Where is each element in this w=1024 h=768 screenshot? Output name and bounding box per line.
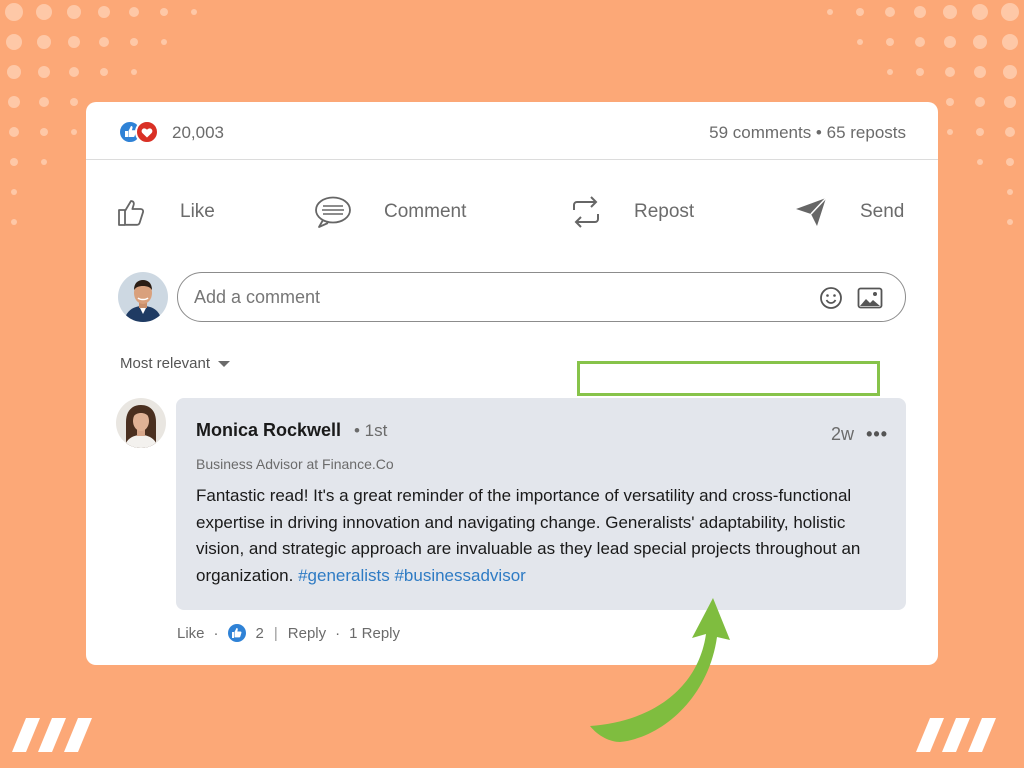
green-curved-arrow-icon [590,598,730,742]
speech-bubble-icon [315,196,351,228]
comment-input[interactable]: Add a comment [177,272,906,322]
sort-label: Most relevant [120,355,211,372]
image-icon[interactable] [857,286,883,310]
caret-down-icon [218,360,231,367]
separator-dot: · [335,624,341,642]
brand-slash-logo-right [916,718,996,752]
comment-like-count: 2 [255,624,264,642]
repost-arrows-icon [573,196,599,228]
like-label: Like [180,201,215,222]
thumbs-up-icon [118,200,145,226]
comment-label: Comment [384,201,467,222]
engagement-count[interactable]: 59 comments • 65 reposts [709,123,906,143]
comment-input-placeholder: Add a comment [194,286,321,307]
paper-plane-icon [796,197,827,226]
comment-bubble: Monica Rockwell • 1st 2w ••• Business Ad… [176,398,906,610]
post-social-card: 20,003 59 comments • 65 reposts Like Com… [86,102,938,665]
comment-reply-button[interactable]: Reply [288,625,326,642]
brand-slash-logo-left [12,718,92,752]
emoji-icon[interactable] [819,286,843,310]
repost-label: Repost [634,201,695,222]
like-reaction-icon[interactable] [227,624,246,642]
hashtag-highlight-box [577,361,880,396]
sort-dropdown[interactable]: Most relevant [120,355,231,372]
comment-like-button[interactable]: Like [177,625,205,642]
author-headline: Business Advisor at Finance.Co [196,456,394,472]
commenter-avatar[interactable] [116,398,166,448]
send-button[interactable]: Send [794,190,904,234]
separator-pipe: | [273,624,278,642]
post-stats-row: 20,003 59 comments • 65 reposts [86,102,938,160]
separator-dot: · [213,624,219,642]
comment-actions-row: Like · 2 | Reply · 1 Reply [177,624,400,642]
like-button[interactable]: Like [116,190,215,234]
comment-author-name[interactable]: Monica Rockwell [196,420,341,441]
comment-replies-count[interactable]: 1 Reply [349,625,400,642]
comment-text: Fantastic read! It's a great reminder of… [196,483,896,589]
connection-degree: • 1st [354,421,388,440]
more-options-icon[interactable]: ••• [866,424,888,445]
comment-hashtags[interactable]: #generalists #businessadvisor [298,566,526,585]
comment-button[interactable]: Comment [314,190,466,234]
reaction-count[interactable]: 20,003 [172,123,224,143]
send-label: Send [860,201,905,222]
comment-body: Fantastic read! It's a great reminder of… [196,486,861,585]
comment-timestamp: 2w [830,424,854,444]
current-user-avatar[interactable] [118,272,168,322]
repost-button[interactable]: Repost [570,190,694,234]
reactions-icon[interactable] [118,119,162,145]
